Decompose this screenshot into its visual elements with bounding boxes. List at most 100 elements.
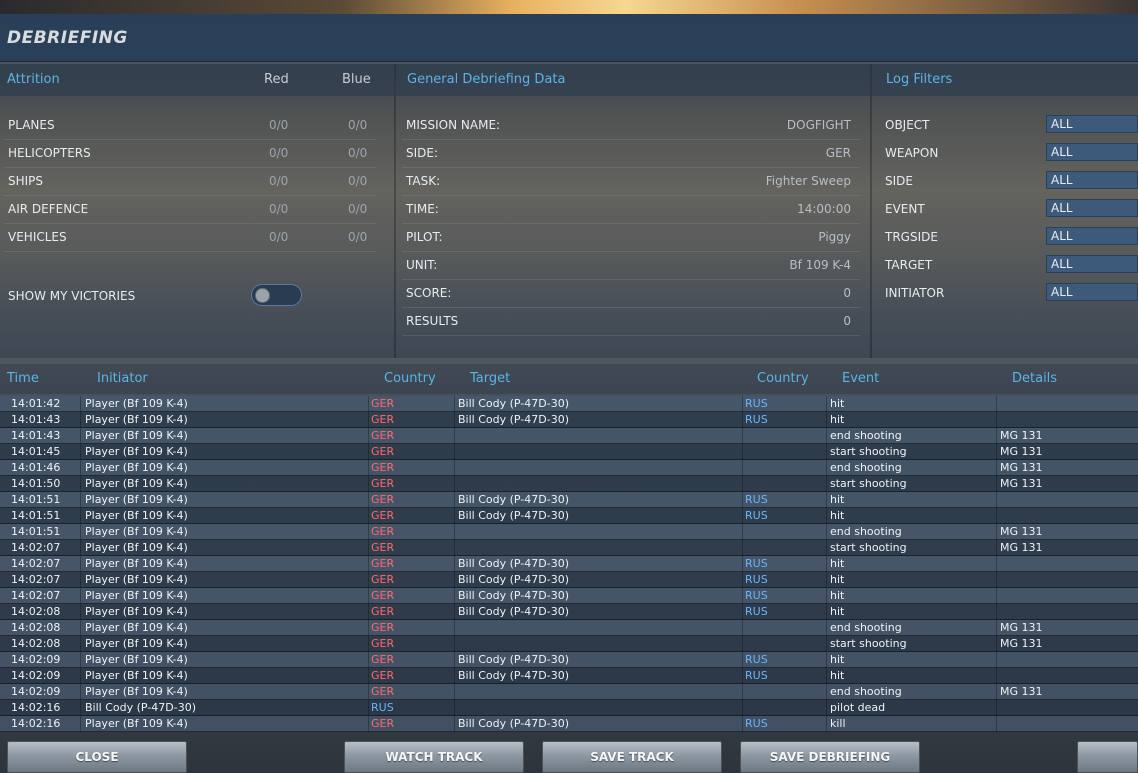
log-row[interactable]: 14:02:09 Player (Bf 109 K-4) GER Bill Cody … xyxy=(0,652,1138,668)
log-col-event[interactable]: Event xyxy=(842,371,879,386)
filter-dropdown[interactable]: ALL xyxy=(1046,199,1138,217)
log-row[interactable]: 14:02:08 Player (Bf 109 K-4) GER start shoo… xyxy=(0,636,1138,652)
general-row-value: 0 xyxy=(843,314,851,328)
column-divider xyxy=(368,684,369,700)
attrition-row-red: 0/0 xyxy=(269,230,289,244)
log-cell-event: end shooting xyxy=(830,525,902,538)
log-cell-event: hit xyxy=(830,509,845,522)
log-cell-initiator-country: GER xyxy=(371,685,395,698)
general-row-value: Piggy xyxy=(818,230,851,244)
log-table-body: 14:01:42 Player (Bf 109 K-4) GER Bill Cody … xyxy=(0,396,1138,732)
log-cell-time: 14:02:07 xyxy=(11,589,61,602)
log-col-target-country[interactable]: Country xyxy=(757,371,809,386)
filter-dropdown[interactable]: ALL xyxy=(1046,115,1138,133)
column-divider xyxy=(368,428,369,444)
log-cell-time: 14:02:16 xyxy=(11,717,61,730)
column-divider xyxy=(826,700,827,716)
column-divider xyxy=(454,428,455,444)
row-divider xyxy=(4,223,376,224)
row-divider xyxy=(402,251,860,252)
column-divider xyxy=(826,396,827,412)
row-divider xyxy=(402,335,860,336)
log-row[interactable]: 14:02:09 Player (Bf 109 K-4) GER end shooti… xyxy=(0,684,1138,700)
attrition-row-blue: 0/0 xyxy=(348,202,368,216)
log-cell-event: hit xyxy=(830,669,845,682)
log-row[interactable]: 14:01:51 Player (Bf 109 K-4) GER end shooti… xyxy=(0,524,1138,540)
log-cell-initiator-country: GER xyxy=(371,589,395,602)
log-col-target[interactable]: Target xyxy=(470,371,510,386)
log-cell-target-country: RUS xyxy=(745,605,768,618)
log-row[interactable]: 14:02:16 Player (Bf 109 K-4) GER Bill Cody … xyxy=(0,716,1138,732)
log-row[interactable]: 14:02:09 Player (Bf 109 K-4) GER Bill Cody … xyxy=(0,668,1138,684)
log-col-country[interactable]: Country xyxy=(384,371,436,386)
column-divider xyxy=(80,668,81,684)
save-debriefing-button[interactable]: SAVE DEBRIEFING xyxy=(740,741,920,773)
log-col-time[interactable]: Time xyxy=(7,371,39,386)
watch-track-button[interactable]: WATCH TRACK xyxy=(344,741,524,773)
column-divider xyxy=(454,476,455,492)
attrition-header: Attrition Red Blue xyxy=(0,64,394,96)
log-cell-target-country: RUS xyxy=(745,653,768,666)
log-row[interactable]: 14:02:07 Player (Bf 109 K-4) GER start shoo… xyxy=(0,540,1138,556)
log-row[interactable]: 14:01:42 Player (Bf 109 K-4) GER Bill Cody … xyxy=(0,396,1138,412)
column-divider xyxy=(80,508,81,524)
log-row[interactable]: 14:01:51 Player (Bf 109 K-4) GER Bill Cody … xyxy=(0,492,1138,508)
log-cell-event: hit xyxy=(830,493,845,506)
general-row-value: 0 xyxy=(843,286,851,300)
partial-button-offscreen[interactable] xyxy=(1077,741,1138,773)
log-row[interactable]: 14:01:43 Player (Bf 109 K-4) GER end shooti… xyxy=(0,428,1138,444)
log-cell-details: MG 131 xyxy=(1000,461,1043,474)
save-track-button[interactable]: SAVE TRACK xyxy=(542,741,722,773)
filter-dropdown[interactable]: ALL xyxy=(1046,227,1138,245)
log-row[interactable]: 14:01:46 Player (Bf 109 K-4) GER end shooti… xyxy=(0,460,1138,476)
row-divider xyxy=(402,279,860,280)
log-row[interactable]: 14:01:50 Player (Bf 109 K-4) GER start shoo… xyxy=(0,476,1138,492)
general-row-label: SCORE: xyxy=(406,286,452,300)
attrition-row-blue: 0/0 xyxy=(348,174,368,188)
column-divider xyxy=(368,716,369,732)
log-cell-details: MG 131 xyxy=(1000,429,1043,442)
log-col-initiator[interactable]: Initiator xyxy=(97,371,148,386)
log-row[interactable]: 14:02:08 Player (Bf 109 K-4) GER Bill Cody … xyxy=(0,604,1138,620)
log-cell-time: 14:02:08 xyxy=(11,637,61,650)
log-row[interactable]: 14:02:07 Player (Bf 109 K-4) GER Bill Cody … xyxy=(0,588,1138,604)
log-col-details[interactable]: Details xyxy=(1012,371,1057,386)
log-cell-event: hit xyxy=(830,397,845,410)
log-table-header: Time Initiator Country Target Country Ev… xyxy=(0,364,1138,394)
attrition-col-blue: Blue xyxy=(342,72,371,87)
log-cell-details: MG 131 xyxy=(1000,525,1043,538)
filter-dropdown[interactable]: ALL xyxy=(1046,283,1138,301)
log-row[interactable]: 14:02:07 Player (Bf 109 K-4) GER Bill Cody … xyxy=(0,572,1138,588)
column-divider xyxy=(454,604,455,620)
column-divider xyxy=(996,652,997,668)
filter-row-label: OBJECT xyxy=(885,118,930,132)
log-row[interactable]: 14:01:45 Player (Bf 109 K-4) GER start shoo… xyxy=(0,444,1138,460)
column-divider xyxy=(80,492,81,508)
log-row[interactable]: 14:02:08 Player (Bf 109 K-4) GER end shooti… xyxy=(0,620,1138,636)
close-button[interactable]: CLOSE xyxy=(7,741,187,773)
filter-row-label: WEAPON xyxy=(885,146,939,160)
filter-dropdown[interactable]: ALL xyxy=(1046,255,1138,273)
log-cell-initiator-country: GER xyxy=(371,669,395,682)
show-my-victories-toggle[interactable] xyxy=(251,284,302,306)
log-row[interactable]: 14:01:43 Player (Bf 109 K-4) GER Bill Cody … xyxy=(0,412,1138,428)
log-row[interactable]: 14:01:51 Player (Bf 109 K-4) GER Bill Cody … xyxy=(0,508,1138,524)
row-divider xyxy=(4,195,376,196)
log-row[interactable]: 14:02:07 Player (Bf 109 K-4) GER Bill Cody … xyxy=(0,556,1138,572)
log-cell-event: end shooting xyxy=(830,429,902,442)
log-cell-time: 14:02:09 xyxy=(11,669,61,682)
column-divider xyxy=(742,524,743,540)
log-cell-event: start shooting xyxy=(830,637,907,650)
toggle-knob[interactable] xyxy=(255,288,270,303)
filter-dropdown[interactable]: ALL xyxy=(1046,171,1138,189)
log-cell-event: end shooting xyxy=(830,461,902,474)
log-cell-event: start shooting xyxy=(830,541,907,554)
column-divider xyxy=(742,668,743,684)
log-cell-initiator-country: GER xyxy=(371,429,395,442)
log-cell-target: Bill Cody (P-47D-30) xyxy=(458,589,569,602)
filter-dropdown[interactable]: ALL xyxy=(1046,143,1138,161)
column-divider xyxy=(826,492,827,508)
log-row[interactable]: 14:02:16 Bill Cody (P-47D-30) RUS pilot dea… xyxy=(0,700,1138,716)
column-divider xyxy=(996,412,997,428)
log-cell-event: hit xyxy=(830,589,845,602)
